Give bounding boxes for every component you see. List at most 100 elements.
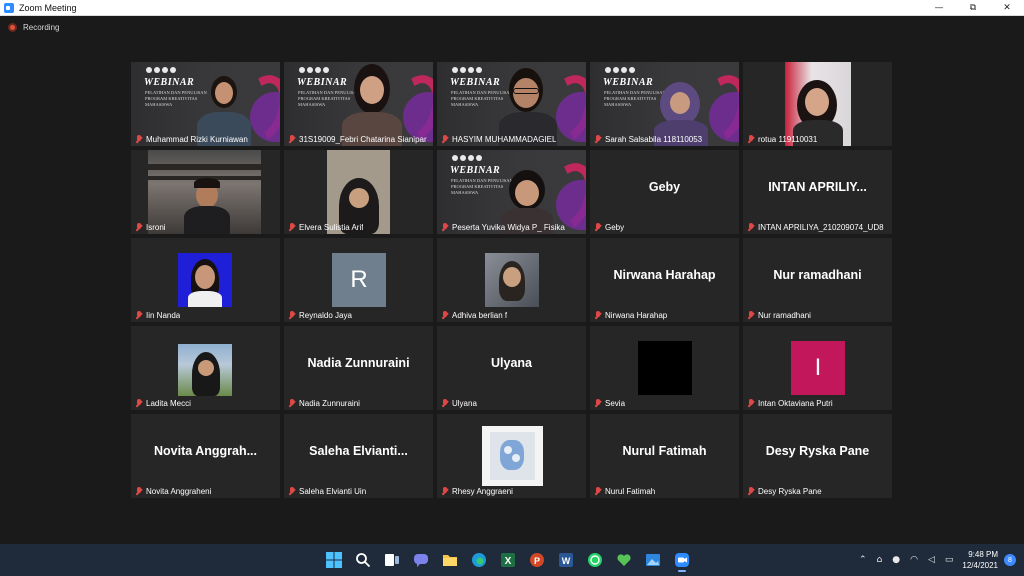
participant-name-label: Rhesy Anggraeni (441, 487, 513, 496)
battery-icon[interactable]: ▭ (945, 555, 954, 565)
clock[interactable]: 9:48 PM 12/4/2021 (962, 549, 998, 571)
mic-muted-icon (747, 487, 755, 496)
participant-tile[interactable]: Desy Ryska Pane Desy Ryska Pane (743, 414, 892, 498)
start-icon[interactable] (322, 548, 346, 572)
recording-indicator[interactable]: Recording (8, 23, 59, 32)
search-icon[interactable] (351, 548, 375, 572)
photos-icon[interactable] (641, 548, 665, 572)
mic-muted-icon (747, 135, 755, 144)
chevron-up-icon[interactable]: ⌃ (859, 555, 867, 565)
task-view-icon[interactable] (380, 548, 404, 572)
participant-tile[interactable]: Nurul Fatimah Nurul Fatimah (590, 414, 739, 498)
participant-display-name: Nadia Zunnuraini (307, 356, 410, 370)
participant-display-name: Saleha Elvianti... (309, 444, 408, 458)
meet-now-icon[interactable]: ⌂ (877, 555, 883, 565)
participant-display-name: Nirwana Harahap (613, 268, 716, 282)
participant-name-label: Isroni (135, 223, 166, 232)
participant-name-label: Nurul Fatimah (594, 487, 655, 496)
mic-muted-icon (594, 487, 602, 496)
participant-tile[interactable]: Nirwana Harahap Nirwana Harahap (590, 238, 739, 322)
participant-initial-avatar: R (332, 253, 386, 307)
mic-muted-icon (441, 399, 449, 408)
participant-avatar (178, 253, 232, 307)
banner-logos (299, 67, 329, 73)
banner-title: WEBINAR (603, 77, 654, 88)
participant-tile[interactable]: Adhiva berlian f (437, 238, 586, 322)
participant-tile[interactable]: rotua 119110031 (743, 62, 892, 146)
participant-video (340, 64, 404, 146)
participant-avatar (178, 344, 232, 396)
mic-muted-icon (288, 311, 296, 320)
participant-tile[interactable]: R Reynaldo Jaya (284, 238, 433, 322)
participant-tile[interactable]: Rhesy Anggraeni (437, 414, 586, 498)
notification-badge[interactable]: 8 (1004, 554, 1016, 566)
taskbar: X P W ⌃ ⌂ ● ◠ ◁ ▭ 9:48 PM 12/4/2021 8 (0, 544, 1024, 576)
participant-tile[interactable]: I Intan Oktaviana Putri (743, 326, 892, 410)
banner-logos (146, 67, 176, 73)
banner-logos (452, 155, 482, 161)
system-tray: ⌃ ⌂ ● ◠ ◁ ▭ 9:48 PM 12/4/2021 8 (854, 544, 1024, 576)
svg-text:X: X (505, 556, 512, 567)
wifi-icon[interactable]: ◠ (910, 555, 918, 565)
excel-icon[interactable]: X (496, 548, 520, 572)
participant-tile[interactable]: Nadia Zunnuraini Nadia Zunnuraini (284, 326, 433, 410)
participant-display-name: Ulyana (491, 356, 532, 370)
participant-tile[interactable]: Elvera Sulistia Arif (284, 150, 433, 234)
close-button[interactable]: ✕ (990, 0, 1024, 16)
participant-name-label: Saleha Elvianti Uin (288, 487, 366, 496)
participant-name-label: Muhammad Rizki Kurniawan (135, 135, 248, 144)
edge-icon[interactable] (467, 548, 491, 572)
zoom-icon[interactable] (670, 548, 694, 572)
chat-icon[interactable] (409, 548, 433, 572)
word-icon[interactable]: W (554, 548, 578, 572)
participant-tile[interactable]: WEBINAR PELATIHAN DAN PENULISAN PROGRAM … (437, 150, 586, 234)
participant-tile[interactable]: Ladita Mecci (131, 326, 280, 410)
heart-app-icon[interactable] (612, 548, 636, 572)
zoom-app-icon (4, 2, 14, 13)
participant-name-label: rotua 119110031 (747, 135, 817, 144)
participant-tile[interactable]: Sevia (590, 326, 739, 410)
powerpoint-icon[interactable]: P (525, 548, 549, 572)
microphone-icon[interactable]: ● (892, 555, 900, 565)
participant-tile[interactable]: Geby Geby (590, 150, 739, 234)
recording-label: Recording (23, 23, 60, 32)
mic-muted-icon (288, 135, 296, 144)
title-bar: Zoom Meeting — ⧉ ✕ (0, 0, 1024, 16)
mic-muted-icon (441, 487, 449, 496)
participant-tile[interactable]: WEBINAR PELATIHAN DAN PENULISAN PROGRAM … (590, 62, 739, 146)
participant-name-label: Nirwana Harahap (594, 311, 667, 320)
participant-display-name: Novita Anggrah... (153, 444, 257, 458)
mic-muted-icon (594, 223, 602, 232)
participant-initial-avatar: I (791, 341, 845, 395)
participant-tile[interactable]: Nur ramadhani Nur ramadhani (743, 238, 892, 322)
participant-display-name: Desy Ryska Pane (765, 444, 870, 458)
participant-tile[interactable]: Ulyana Ulyana (437, 326, 586, 410)
participant-tile[interactable]: Iin Nanda (131, 238, 280, 322)
participant-name-label: Desy Ryska Pane (747, 487, 822, 496)
participant-tile[interactable]: Novita Anggrah... Novita Anggraheni (131, 414, 280, 498)
participant-tile[interactable]: WEBINAR PELATIHAN DAN PENULISAN PROGRAM … (437, 62, 586, 146)
participant-name-label: Intan Oktaviana Putri (747, 399, 833, 408)
minimize-button[interactable]: — (922, 0, 956, 16)
restore-button[interactable]: ⧉ (956, 0, 990, 16)
meeting-area: Recording WEBINAR PELATIHAN DAN PENULISA… (0, 16, 1024, 544)
clock-time: 9:48 PM (968, 550, 998, 559)
participant-tile[interactable]: INTAN APRILIY... INTAN APRILIYA_21020907… (743, 150, 892, 234)
participant-name-label: 31S19009_Febri Chatarina Sianipar (288, 135, 427, 144)
mic-muted-icon (747, 399, 755, 408)
mic-muted-icon (135, 399, 143, 408)
volume-icon[interactable]: ◁ (928, 555, 935, 565)
participant-display-name: Geby (648, 180, 681, 194)
participant-tile[interactable]: Isroni (131, 150, 280, 234)
whatsapp-icon[interactable] (583, 548, 607, 572)
participant-tile[interactable]: Saleha Elvianti... Saleha Elvianti Uin (284, 414, 433, 498)
svg-text:P: P (534, 556, 540, 566)
file-explorer-icon[interactable] (438, 548, 462, 572)
participant-tile[interactable]: WEBINAR PELATIHAN DAN PENULISAN PROGRAM … (131, 62, 280, 146)
participant-name-label: Ulyana (441, 399, 477, 408)
participant-name-label: Sevia (594, 399, 625, 408)
svg-text:W: W (562, 556, 571, 566)
participant-name-label: Nur ramadhani (747, 311, 811, 320)
participant-tile[interactable]: WEBINAR PELATIHAN DAN PENULISAN PROGRAM … (284, 62, 433, 146)
mic-muted-icon (594, 135, 602, 144)
